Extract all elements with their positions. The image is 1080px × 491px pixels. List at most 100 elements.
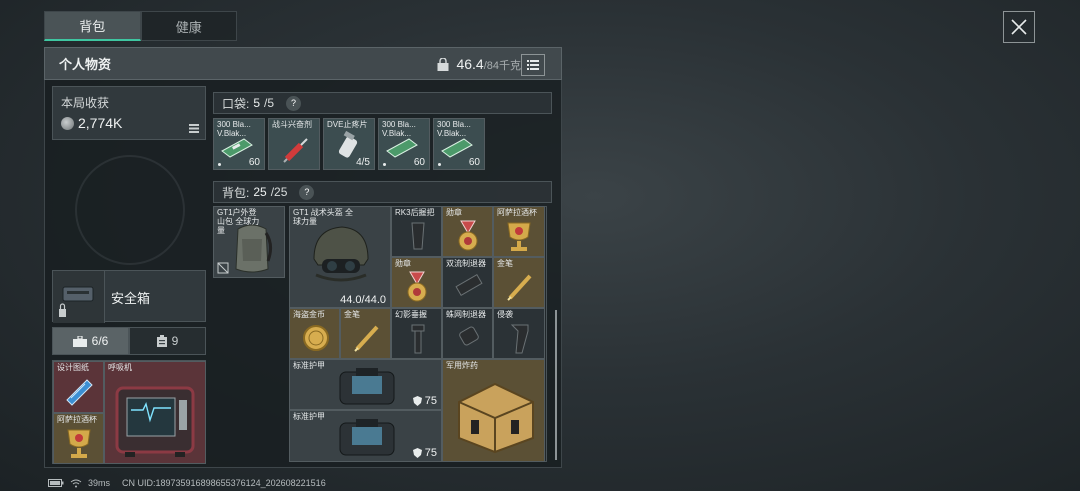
tab-ticket-slots[interactable]: 9 bbox=[129, 327, 206, 355]
item-qty: 60 bbox=[413, 157, 425, 168]
safebox-slot bbox=[53, 271, 105, 323]
weight-display: 46.4/84千克 bbox=[436, 48, 521, 81]
locked-slot-icon bbox=[217, 262, 229, 274]
weight-max: /84千克 bbox=[483, 60, 521, 72]
close-button[interactable] bbox=[1003, 11, 1035, 43]
item-label: 军用炸药 bbox=[446, 361, 478, 370]
backpack-item-web-muzzle-brake[interactable]: 蛛网制退器 bbox=[442, 308, 493, 359]
item-qty: 75 bbox=[424, 394, 437, 407]
pocket-count: 5 bbox=[253, 96, 261, 110]
item-label: 幻影垂握 bbox=[395, 310, 427, 319]
item-label: 金笔 bbox=[344, 310, 360, 319]
syringe-icon bbox=[283, 138, 308, 163]
item-qty: 60 bbox=[468, 157, 480, 168]
harvest-value: 2,774K bbox=[78, 115, 123, 131]
grip-icon bbox=[411, 324, 425, 354]
backpack-label: 背包: bbox=[222, 185, 250, 200]
tab-safebox-slots[interactable]: 6/6 bbox=[52, 327, 129, 355]
item-label: 海盗金币 bbox=[293, 310, 325, 319]
ammo-dot bbox=[383, 163, 386, 166]
armor-durability: 75 bbox=[412, 446, 437, 459]
coin-icon bbox=[61, 116, 74, 130]
medal-icon bbox=[458, 220, 478, 251]
shield-icon bbox=[412, 447, 422, 458]
item-label: 战斗兴奋剂 bbox=[272, 120, 312, 129]
briefcase-icon bbox=[72, 335, 87, 347]
backpack-item-asala-cup[interactable]: 阿萨拉酒杯 bbox=[493, 206, 545, 257]
backpack-item-raid-grip[interactable]: 侵袭 bbox=[493, 308, 545, 359]
pocket-header: 口袋: 5/5 ? bbox=[213, 92, 552, 114]
backpack-item-military-explosives[interactable]: 军用炸药 bbox=[442, 359, 545, 462]
pocket-item-300blk-ammo[interactable]: 300 Bla... V.Blak... 60 bbox=[213, 118, 265, 170]
backpack-item-rk3-grip[interactable]: RK3后握把 bbox=[391, 206, 442, 257]
helmet-icon bbox=[313, 226, 369, 282]
item-label: RK3后握把 bbox=[395, 208, 435, 217]
safebox-card[interactable]: 安全箱 bbox=[52, 270, 206, 323]
goblet-icon bbox=[507, 222, 531, 251]
pen-icon bbox=[507, 274, 532, 301]
list-icon bbox=[189, 124, 199, 133]
backpack-item-medal[interactable]: 勋章 bbox=[442, 206, 493, 257]
backpack-header: 背包: 25/25 ? bbox=[213, 181, 552, 203]
panel-title: 个人物资 bbox=[59, 57, 112, 72]
scrollbar[interactable] bbox=[555, 310, 557, 460]
backpack-item-gold-pen[interactable]: 金笔 bbox=[493, 257, 545, 308]
ammo-box-icon bbox=[221, 138, 253, 158]
backpack-item-gold-pen-2[interactable]: 金笔 bbox=[340, 308, 391, 359]
pocket-item-combat-stimulant[interactable]: 战斗兴奋剂 bbox=[268, 118, 320, 170]
backpack-item-standard-armor[interactable]: 标准护甲 75 bbox=[289, 359, 442, 410]
safebox-subtabs: 6/6 9 bbox=[52, 327, 206, 355]
tab-health[interactable]: 健康 bbox=[140, 11, 237, 41]
ping-value: 39ms bbox=[88, 478, 111, 488]
item-qty: 75 bbox=[424, 446, 437, 459]
sort-list-button[interactable] bbox=[521, 54, 545, 76]
help-icon[interactable]: ? bbox=[286, 95, 302, 111]
ventilator-icon bbox=[115, 386, 195, 457]
secure-item-blueprint[interactable]: 设计图纸 bbox=[53, 361, 104, 413]
backpack-item-phantom-grip[interactable]: 幻影垂握 bbox=[391, 308, 442, 359]
list-icon bbox=[527, 60, 539, 70]
safebox-grid: 设计图纸 呼吸机 阿萨拉酒杯 bbox=[52, 360, 206, 464]
user-uid: CN UID:18973591689865537612​4_2026082215… bbox=[122, 478, 326, 488]
safebox-slots-label: 6/6 bbox=[91, 334, 109, 348]
ammo-box-icon bbox=[441, 138, 473, 158]
item-label: 金笔 bbox=[497, 259, 513, 268]
blueprint-icon bbox=[66, 379, 93, 406]
muzzle-brake-icon bbox=[459, 326, 479, 346]
item-label: 阿萨拉酒杯 bbox=[497, 208, 537, 217]
backpack-item-medal-2[interactable]: 勋章 bbox=[391, 257, 442, 308]
harvest-label: 本局收获 bbox=[61, 96, 110, 110]
backpack-icon bbox=[235, 224, 273, 273]
pocket-item-dve-painkiller[interactable]: DVE止疼片 4/5 bbox=[323, 118, 375, 170]
weight-current: 46.4 bbox=[456, 56, 484, 72]
tab-backpack[interactable]: 背包 bbox=[44, 11, 141, 41]
pocket-item-300blk-ammo-3[interactable]: 300 Bla... V.Blak... 60 bbox=[433, 118, 485, 170]
backpack-item-dual-muzzle-brake[interactable]: 双流制退器 bbox=[442, 257, 493, 308]
item-label: DVE止疼片 bbox=[327, 120, 368, 129]
crate-icon bbox=[458, 382, 534, 454]
secure-item-asala-cup[interactable]: 阿萨拉酒杯 bbox=[53, 413, 104, 464]
item-label: 勋章 bbox=[446, 208, 462, 217]
backpack-item-pirate-coin[interactable]: 海盗金币 bbox=[289, 308, 340, 359]
clipboard-icon bbox=[156, 335, 167, 347]
secure-item-ventilator[interactable]: 呼吸机 bbox=[104, 361, 206, 464]
safebox-icon bbox=[59, 286, 94, 317]
equipped-backpack[interactable]: GT1户外登山包 全球力量 bbox=[213, 206, 285, 278]
item-label: 呼吸机 bbox=[108, 363, 132, 372]
ammo-dot bbox=[218, 163, 221, 166]
harvest-card[interactable]: 本局收获 2,774K bbox=[52, 86, 206, 140]
backpack-item-gt1-helmet[interactable]: GT1 战术头盔 全球力量 44.0/44.0 bbox=[289, 206, 391, 308]
item-label: 侵袭 bbox=[497, 310, 513, 319]
item-label: 标准护甲 bbox=[293, 412, 325, 421]
backpack-item-standard-armor-2[interactable]: 标准护甲 75 bbox=[289, 410, 442, 462]
item-qty: 60 bbox=[248, 157, 260, 168]
top-tabs: 背包 健康 bbox=[44, 11, 237, 41]
help-icon[interactable]: ? bbox=[299, 184, 315, 200]
backpack-count: 25 bbox=[253, 185, 267, 199]
wifi-icon bbox=[70, 479, 82, 487]
item-label: 阿萨拉酒杯 bbox=[57, 415, 97, 424]
goblet-icon bbox=[67, 429, 91, 458]
pocket-item-300blk-ammo-2[interactable]: 300 Bla... V.Blak... 60 bbox=[378, 118, 430, 170]
item-label: 300 Bla... V.Blak... bbox=[382, 120, 416, 138]
pen-icon bbox=[354, 325, 379, 352]
